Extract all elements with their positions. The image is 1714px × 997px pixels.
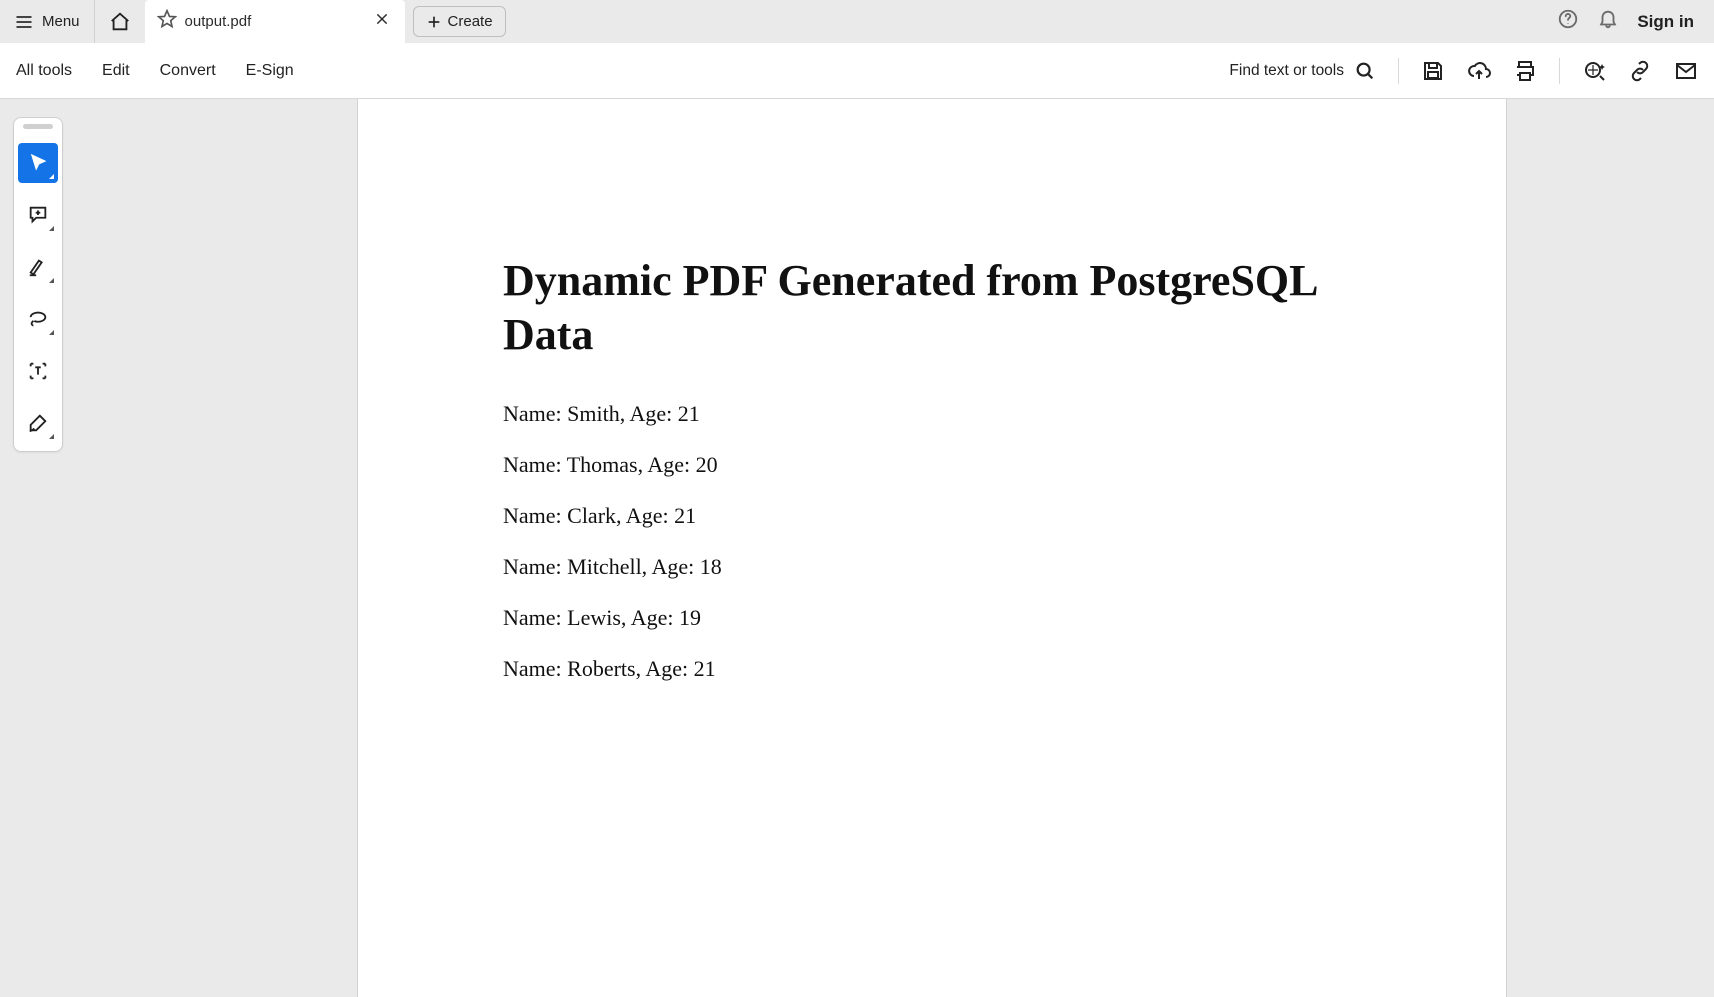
- cursor-icon: [27, 152, 49, 174]
- find-button[interactable]: Find text or tools: [1229, 60, 1376, 82]
- help-button[interactable]: [1557, 8, 1579, 35]
- titlebar-spacer: [506, 0, 1538, 43]
- selection-tool[interactable]: [18, 143, 58, 183]
- tool-esign[interactable]: E-Sign: [246, 62, 294, 80]
- toolbar: All tools Edit Convert E-Sign Find text …: [0, 43, 1714, 99]
- workspace: Dynamic PDF Generated from PostgreSQL Da…: [0, 99, 1714, 997]
- home-button[interactable]: [95, 0, 145, 43]
- link-icon: [1628, 59, 1652, 83]
- link-button[interactable]: [1628, 59, 1652, 83]
- print-button[interactable]: [1513, 59, 1537, 83]
- document-tab[interactable]: output.pdf: [145, 0, 405, 43]
- document-line: Name: Mitchell, Age: 18: [503, 554, 1361, 580]
- tool-convert[interactable]: Convert: [160, 62, 216, 80]
- separator: [1559, 58, 1560, 84]
- ai-sparkle-icon: [1582, 59, 1606, 83]
- lasso-icon: [27, 308, 49, 330]
- toolbar-left: All tools Edit Convert E-Sign: [16, 62, 294, 80]
- create-button[interactable]: Create: [413, 6, 506, 37]
- ai-assistant-button[interactable]: [1582, 59, 1606, 83]
- tab-title: output.pdf: [185, 13, 363, 30]
- separator: [1398, 58, 1399, 84]
- upload-button[interactable]: [1467, 59, 1491, 83]
- text-select-icon: [27, 360, 49, 382]
- comment-tool[interactable]: [18, 195, 58, 235]
- titlebar: Menu output.pdf Create Sign in: [0, 0, 1714, 43]
- document-line: Name: Lewis, Age: 19: [503, 605, 1361, 631]
- hamburger-icon: [14, 12, 34, 32]
- search-icon: [1354, 60, 1376, 82]
- save-icon: [1421, 59, 1445, 83]
- document-heading: Dynamic PDF Generated from PostgreSQL Da…: [503, 254, 1361, 361]
- comment-icon: [27, 204, 49, 226]
- document-line: Name: Roberts, Age: 21: [503, 656, 1361, 682]
- menu-label: Menu: [42, 13, 80, 30]
- home-icon: [109, 11, 131, 33]
- find-label: Find text or tools: [1229, 62, 1344, 80]
- tool-edit[interactable]: Edit: [102, 62, 130, 80]
- palette-grip[interactable]: [23, 124, 53, 129]
- titlebar-left: Menu output.pdf Create: [0, 0, 506, 43]
- page-area[interactable]: Dynamic PDF Generated from PostgreSQL Da…: [0, 99, 1714, 997]
- notifications-button[interactable]: [1597, 8, 1619, 35]
- pdf-page: Dynamic PDF Generated from PostgreSQL Da…: [357, 99, 1507, 997]
- create-label: Create: [448, 13, 493, 30]
- expand-corner-icon: [49, 330, 54, 335]
- document-line: Name: Smith, Age: 21: [503, 401, 1361, 427]
- email-button[interactable]: [1674, 59, 1698, 83]
- menu-button[interactable]: Menu: [0, 0, 94, 43]
- star-icon[interactable]: [157, 9, 177, 34]
- save-button[interactable]: [1421, 59, 1445, 83]
- cloud-upload-icon: [1467, 59, 1491, 83]
- highlighter-icon: [27, 256, 49, 278]
- close-icon: [375, 12, 389, 26]
- tool-all-tools[interactable]: All tools: [16, 62, 72, 80]
- signin-button[interactable]: Sign in: [1637, 12, 1694, 32]
- signature-icon: [27, 412, 49, 434]
- text-select-tool[interactable]: [18, 351, 58, 391]
- titlebar-right: Sign in: [1537, 0, 1714, 43]
- tools-palette[interactable]: [13, 117, 63, 452]
- tab-close-button[interactable]: [371, 8, 393, 35]
- draw-tool[interactable]: [18, 299, 58, 339]
- document-line: Name: Clark, Age: 21: [503, 503, 1361, 529]
- expand-corner-icon: [49, 174, 54, 179]
- document-line: Name: Thomas, Age: 20: [503, 452, 1361, 478]
- expand-corner-icon: [49, 278, 54, 283]
- help-icon: [1557, 8, 1579, 30]
- expand-corner-icon: [49, 434, 54, 439]
- expand-corner-icon: [49, 226, 54, 231]
- print-icon: [1513, 59, 1537, 83]
- bell-icon: [1597, 8, 1619, 30]
- plus-icon: [426, 14, 442, 30]
- email-icon: [1674, 59, 1698, 83]
- highlight-tool[interactable]: [18, 247, 58, 287]
- sign-tool[interactable]: [18, 403, 58, 443]
- toolbar-right: Find text or tools: [1229, 58, 1698, 84]
